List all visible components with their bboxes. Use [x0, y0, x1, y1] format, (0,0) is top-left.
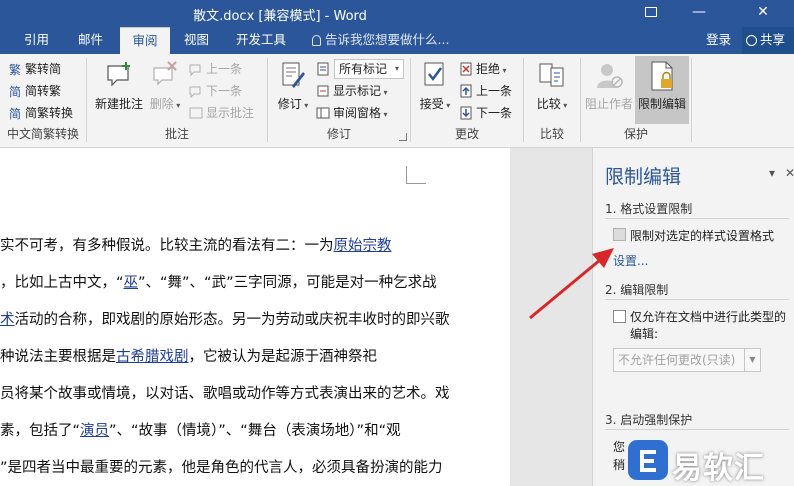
- watermark-logo-icon: [628, 440, 668, 480]
- annotation-arrow-icon: [529, 248, 614, 320]
- watermark-text: 易软汇: [672, 451, 765, 486]
